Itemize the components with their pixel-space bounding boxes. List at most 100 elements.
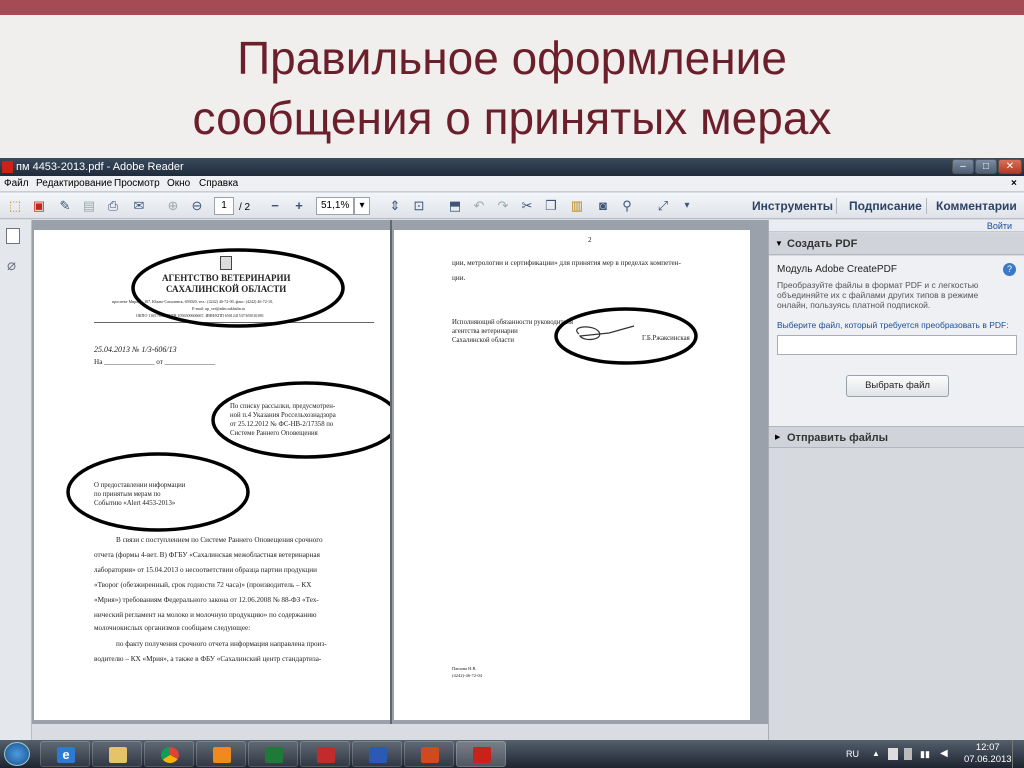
menu-file[interactable]: Файл	[4, 176, 29, 192]
pdf-page-2: 2 ции, метрологии и сертификации» для пр…	[394, 230, 750, 720]
folder-icon	[109, 747, 127, 763]
show-desktop-button[interactable]	[1012, 740, 1024, 768]
search-icon[interactable]: ⚲	[618, 197, 636, 215]
full-screen-icon[interactable]: ⤢	[654, 197, 672, 215]
module-title: Модуль Adobe CreatePDF	[777, 264, 897, 275]
create-pdf-title: Создать PDF	[787, 238, 858, 250]
file-path-input[interactable]	[777, 335, 1017, 355]
taskbar-ie[interactable]: e	[40, 741, 90, 767]
slide-title-line-1: Правильное оформление	[237, 32, 787, 84]
start-button[interactable]	[4, 742, 30, 766]
tray-expand-icon[interactable]: ▲	[872, 740, 880, 768]
taskbar-adobe-reader[interactable]	[456, 741, 506, 767]
sticky-note-icon[interactable]: ▥	[568, 197, 586, 215]
zoom-input[interactable]: 51,1%	[316, 197, 354, 215]
print-icon[interactable]: ⎙	[104, 197, 122, 215]
taskbar-app[interactable]	[300, 741, 350, 767]
zoom-in-icon[interactable]: +	[290, 197, 308, 215]
volume-icon[interactable]: ◀	[940, 740, 948, 768]
maximize-button[interactable]: □	[975, 159, 997, 174]
fit-width-icon[interactable]: ⊡	[410, 197, 428, 215]
send-files-header[interactable]: ▶ Отправить файлы	[769, 426, 1024, 448]
select-file-prompt: Выберите файл, который требуется преобра…	[777, 320, 1009, 330]
adobe-reader-window: пм 4453-2013.pdf - Adobe Reader – □ ✕ Фа…	[0, 158, 1024, 740]
save-icon[interactable]: ▤	[80, 197, 98, 215]
attachments-icon[interactable]: ⌀	[7, 256, 16, 274]
page-number-input[interactable]: 1	[214, 197, 234, 215]
menu-window[interactable]: Окно	[167, 176, 190, 192]
slide-title-line-2: сообщения о принятых мерах	[192, 92, 832, 144]
taskbar-excel[interactable]	[248, 741, 298, 767]
main-toolbar: ⬚ ▣ ✎ ▤ ⎙ ✉ ⊕ ⊖ 1 / 2 − + 51,1% ▾ ⇕ ⊡ ⬒ …	[0, 193, 1024, 219]
powerpoint-icon	[421, 747, 439, 763]
comments-link[interactable]: Комментарии	[936, 193, 1017, 219]
window-titlebar: пм 4453-2013.pdf - Adobe Reader – □ ✕	[0, 158, 1024, 176]
signature-and-circle	[554, 307, 698, 365]
page-divider	[390, 220, 392, 724]
pages-thumbnails-icon[interactable]	[6, 228, 20, 244]
windows-taskbar: e RU ▲ ▮▮ ◀ 12:07 07.06.2013	[0, 740, 1024, 768]
edit-icon[interactable]: ✎	[56, 197, 74, 215]
help-icon[interactable]: ?	[1003, 263, 1016, 276]
sign-in-link[interactable]: Войти	[987, 220, 1012, 232]
menu-view[interactable]: Просмотр	[114, 176, 160, 192]
create-pdf-icon[interactable]: ⬚	[6, 197, 24, 215]
navigation-panel: ⌀	[0, 220, 32, 740]
expand-arrow-icon: ▼	[775, 239, 783, 248]
close-document-icon[interactable]: ×	[1011, 176, 1017, 192]
excel-icon	[265, 747, 283, 763]
page-up-icon[interactable]: ⊕	[164, 197, 182, 215]
module-description: Преобразуйте файлы в формат PDF и с легк…	[777, 280, 978, 310]
taskbar-explorer[interactable]	[92, 741, 142, 767]
fit-page-icon[interactable]: ⇕	[386, 197, 404, 215]
language-indicator[interactable]: RU	[846, 740, 859, 768]
close-button[interactable]: ✕	[998, 159, 1022, 174]
create-pdf-menu-icon[interactable]: ▣	[30, 197, 48, 215]
taskbar-word[interactable]	[352, 741, 402, 767]
undo-icon[interactable]: ↶	[470, 197, 488, 215]
minimize-button[interactable]: –	[952, 159, 974, 174]
chrome-icon	[161, 747, 179, 763]
app-icon	[317, 747, 335, 763]
choose-file-button[interactable]: Выбрать файл	[846, 375, 949, 397]
tools-link[interactable]: Инструменты	[752, 193, 833, 219]
menu-bar: Файл Редактирование Просмотр Окно Справк…	[0, 176, 1024, 192]
internet-explorer-icon: e	[57, 747, 75, 763]
adobe-reader-taskbar-icon	[473, 747, 491, 763]
tray-device-icon[interactable]	[904, 748, 912, 760]
clock-time: 12:07	[975, 742, 1000, 753]
taskbar-chrome[interactable]	[144, 741, 194, 767]
adobe-reader-icon	[2, 161, 13, 173]
cut-icon[interactable]: ✂	[518, 197, 536, 215]
slide-top-bar	[0, 0, 1024, 15]
slide-title: Правильное оформление сообщения о принят…	[0, 28, 1024, 148]
right-tools-panel: Войти ▼ Создать PDF Модуль Adobe CreateP…	[768, 220, 1024, 740]
taskbar-powerpoint[interactable]	[404, 741, 454, 767]
sign-link[interactable]: Подписание	[849, 193, 922, 219]
action-center-flag-icon[interactable]	[888, 748, 898, 760]
zoom-dropdown[interactable]: ▾	[354, 197, 370, 215]
menu-edit[interactable]: Редактирование	[36, 176, 112, 192]
redo-icon[interactable]: ↷	[494, 197, 512, 215]
snapshot-icon[interactable]: ◙	[594, 197, 612, 215]
clock-date: 07.06.2013	[964, 754, 1012, 765]
taskbar-media-player[interactable]	[196, 741, 246, 767]
addressee-circle	[211, 381, 390, 459]
clock[interactable]: 12:07 07.06.2013	[964, 742, 1012, 766]
customize-toolbar-icon[interactable]: ▾	[678, 197, 696, 215]
network-icon[interactable]: ▮▮	[920, 740, 930, 768]
module-desc-line-3: онлайн, пользуясь платной подпиской.	[777, 300, 931, 310]
export-icon[interactable]: ⬒	[446, 197, 464, 215]
email-icon[interactable]: ✉	[130, 197, 148, 215]
send-files-title: Отправить файлы	[787, 432, 889, 444]
zoom-out-icon[interactable]: −	[266, 197, 284, 215]
signature-circle	[554, 307, 698, 365]
page-down-icon[interactable]: ⊖	[188, 197, 206, 215]
handwritten-signature	[576, 325, 635, 341]
word-icon	[369, 747, 387, 763]
document-view[interactable]: АГЕНТСТВО ВЕТЕРИНАРИИ САХАЛИНСКОЙ ОБЛАСТ…	[32, 220, 768, 724]
menu-help[interactable]: Справка	[199, 176, 238, 192]
module-desc-line-1: Преобразуйте файлы в формат PDF и с легк…	[777, 280, 979, 290]
copy-icon[interactable]: ❐	[542, 197, 560, 215]
create-pdf-header[interactable]: ▼ Создать PDF	[769, 233, 1024, 255]
